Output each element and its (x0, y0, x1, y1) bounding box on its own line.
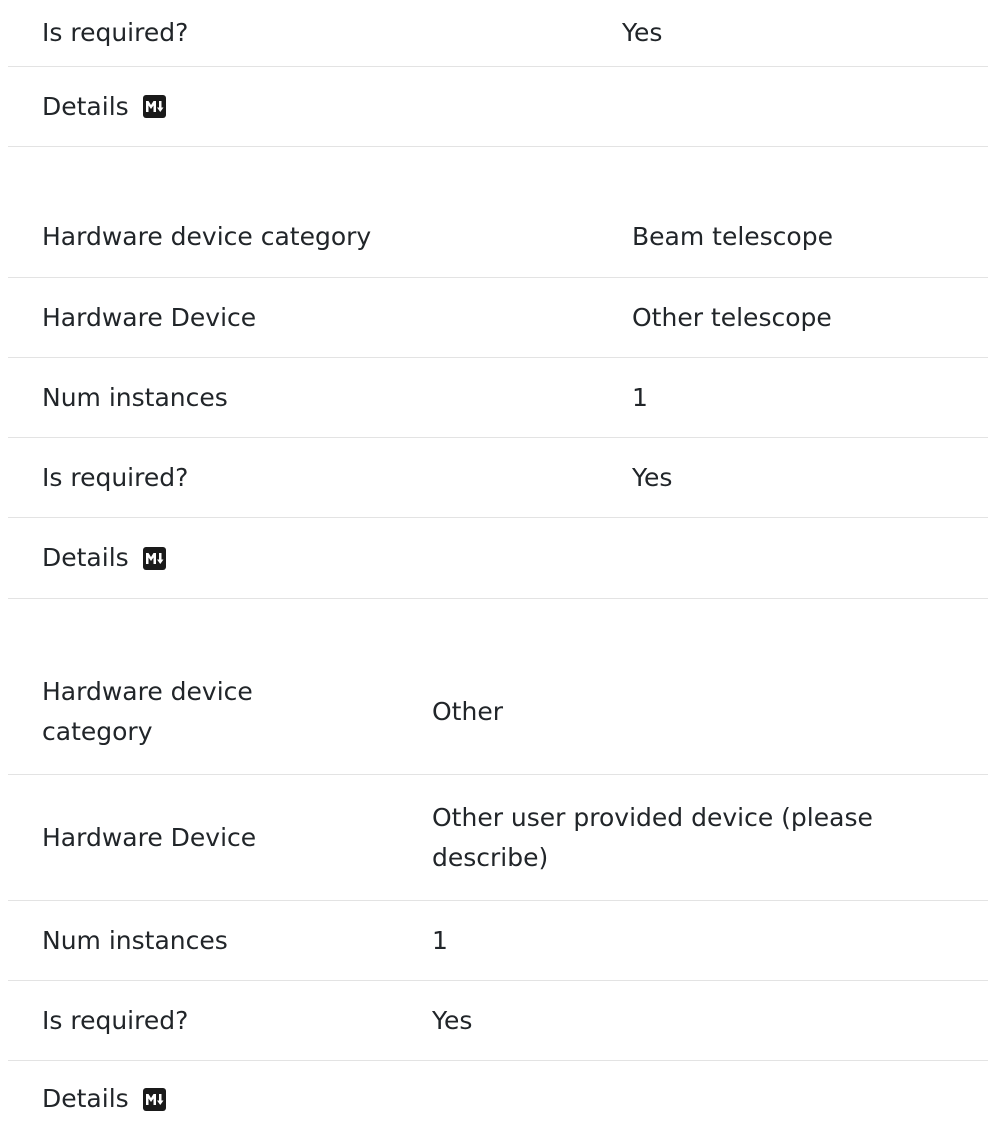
table-row: Details (8, 67, 988, 147)
details-label: Details (42, 67, 166, 146)
instances-value: 1 (632, 382, 648, 412)
is-required-value: Yes (432, 1005, 473, 1035)
table-row: Num instances 1 (8, 358, 988, 438)
table-row: Hardware device category Other (8, 649, 988, 775)
is-required-value: Yes (632, 462, 673, 492)
details-text: Details (42, 543, 129, 572)
device-value: Other user provided device (please descr… (432, 802, 873, 872)
markdown-icon[interactable] (142, 546, 166, 570)
table-row: Hardware Device Other telescope (8, 278, 988, 358)
device-requirements-page: Is required? Yes Details Hardware device… (8, 0, 988, 1137)
is-required-label: Is required? (42, 18, 189, 47)
device-table-1: Is required? Yes Details (8, 0, 988, 147)
device-label: Hardware Device (42, 822, 257, 852)
category-label: Hardware device category (42, 676, 253, 746)
table-row: Hardware Device Other user provided devi… (8, 775, 988, 901)
details-text: Details (42, 1084, 129, 1113)
details-label: Details (42, 518, 166, 598)
table-row: Details (8, 518, 988, 599)
device-label: Hardware Device (42, 302, 257, 332)
details-label: Details (42, 1061, 342, 1137)
instances-label: Num instances (42, 925, 228, 955)
details-text: Details (42, 91, 129, 121)
is-required-value: Yes (622, 18, 663, 47)
markdown-icon[interactable] (142, 95, 166, 118)
category-label: Hardware device category (42, 222, 372, 251)
device-table-2: Hardware device category Beam telescope … (8, 197, 988, 599)
instances-value: 1 (432, 925, 448, 955)
table-row: Hardware device category Beam telescope (8, 197, 988, 278)
table-row: Is required? Yes (8, 438, 988, 518)
device-value: Other telescope (632, 302, 832, 332)
is-required-label: Is required? (42, 462, 189, 492)
table-row: Is required? Yes (8, 981, 988, 1061)
table-row: Is required? Yes (8, 0, 988, 67)
table-row: Details (8, 1061, 988, 1137)
markdown-icon[interactable] (142, 1087, 166, 1111)
table-row: Num instances 1 (8, 901, 988, 981)
instances-label: Num instances (42, 382, 228, 412)
device-table-3: Hardware device category Other Hardware … (8, 649, 988, 1137)
category-value: Other (432, 696, 503, 726)
is-required-label: Is required? (42, 1005, 189, 1035)
category-value: Beam telescope (632, 222, 833, 251)
